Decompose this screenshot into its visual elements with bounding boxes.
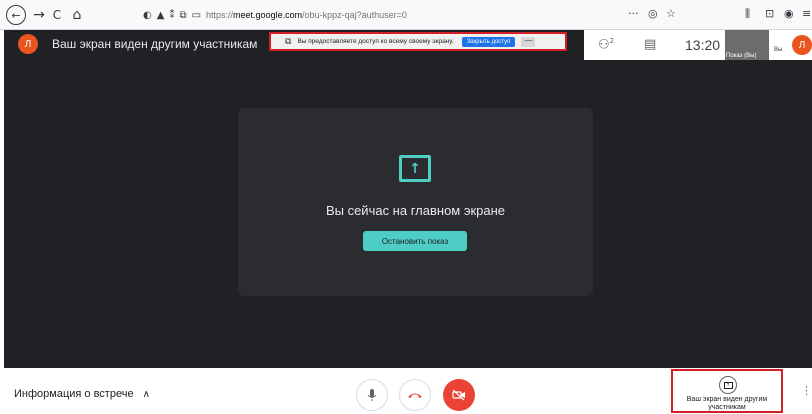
reload-icon: C — [52, 8, 62, 22]
minimize-notice-button[interactable]: — — [521, 36, 536, 47]
camera-button[interactable] — [443, 379, 475, 411]
library-icon[interactable]: ⫼ — [745, 7, 750, 21]
forward-arrow-icon: → — [33, 7, 45, 23]
microphone-button[interactable] — [356, 379, 388, 411]
meet-bottom-bar: Информация о встрече ∧ ↑ Ваш экран виден… — [0, 368, 812, 414]
you-label: Вы — [774, 47, 783, 53]
screen-share-notice: ⧉ Вы предоставляете доступ ко всему свое… — [269, 32, 567, 51]
clock-time: 13:20 — [685, 37, 721, 53]
people-count: 2 — [609, 37, 615, 45]
microphone-icon — [367, 389, 377, 401]
people-icon[interactable]: ⚇2 — [598, 37, 614, 52]
home-icon: ⌂ — [72, 7, 82, 23]
screen-share-indicator-icon[interactable]: ⧉ — [179, 10, 186, 21]
page-actions-button[interactable]: ··· — [628, 7, 639, 20]
shield-icon: ◐ — [143, 9, 152, 21]
meet-top-right-panel: ⚇2 ▤ 13:20 Показ (Вы) Вы Л — [584, 30, 812, 60]
self-preview-thumbnail[interactable]: Показ (Вы) — [725, 30, 769, 60]
screen: ← → C ⌂ ◐ ▲ ⁑ ⧉ ▭ https://meet.google.co… — [0, 0, 812, 414]
sidebar-icon[interactable]: ⊡ — [765, 7, 774, 20]
meeting-details-label: Информация о встрече — [14, 388, 134, 400]
lock-icon: ▲ — [156, 9, 165, 21]
pocket-icon[interactable]: ◎ — [648, 7, 658, 20]
url-host: meet.google.com — [233, 10, 303, 20]
url-path: /obu-kppz-qaj?authuser=0 — [302, 10, 407, 20]
more-options-icon[interactable]: ⋮ — [801, 384, 812, 397]
account-icon[interactable]: ◉ — [784, 7, 794, 20]
presenting-message: Вы сейчас на главном экране — [325, 203, 506, 218]
meeting-details-button[interactable]: Информация о встрече ∧ — [14, 388, 150, 400]
screen-share-icon: ⧉ — [285, 36, 292, 47]
back-arrow-icon: ← — [11, 8, 21, 22]
notice-text: Вы предоставляете доступ ко всему своему… — [297, 38, 454, 45]
url-bar[interactable]: ◐ ▲ ⁑ ⧉ ▭ https://meet.google.com/obu-kp… — [143, 6, 683, 24]
sharing-status-text: Ваш экран виден другим участникам — [52, 37, 258, 51]
chat-icon[interactable]: ▤ — [644, 37, 656, 52]
permissions-icon[interactable]: ⁑ — [169, 10, 174, 21]
browser-toolbar: ← → C ⌂ ◐ ▲ ⁑ ⧉ ▭ https://meet.google.co… — [0, 0, 812, 30]
url-scheme: https:// — [206, 10, 234, 20]
phone-hangup-icon — [408, 393, 422, 398]
self-avatar: Л — [792, 35, 812, 55]
menu-icon[interactable]: ≡ — [802, 7, 811, 20]
stop-sharing-button[interactable]: Закрыть доступ — [461, 36, 516, 47]
meet-stage: Л Ваш экран виден другим участникам ⧉ Вы… — [4, 30, 812, 368]
reader-icon[interactable]: ▭ — [192, 10, 201, 21]
camera-off-icon — [452, 389, 465, 401]
reload-button[interactable]: C — [50, 5, 64, 25]
stop-presenting-button[interactable]: Остановить показ — [363, 231, 467, 251]
present-icon: ↑ — [719, 376, 737, 394]
user-avatar: Л — [18, 34, 38, 54]
present-screen-icon: ↑ — [399, 155, 431, 182]
hang-up-button[interactable] — [399, 379, 431, 411]
present-status-label: Ваш экран виден другим участникам — [686, 396, 768, 411]
present-now-button[interactable]: ↑ Ваш экран виден другим участникам — [671, 369, 783, 413]
chevron-up-icon: ∧ — [142, 389, 150, 400]
thumbnail-label: Показ (Вы) — [726, 53, 757, 59]
back-button[interactable]: ← — [6, 5, 26, 25]
home-button[interactable]: ⌂ — [70, 5, 84, 25]
presenting-card: ↑ Вы сейчас на главном экране Остановить… — [238, 108, 593, 296]
bookmark-star-icon[interactable]: ☆ — [666, 7, 676, 20]
forward-button[interactable]: → — [32, 5, 46, 25]
